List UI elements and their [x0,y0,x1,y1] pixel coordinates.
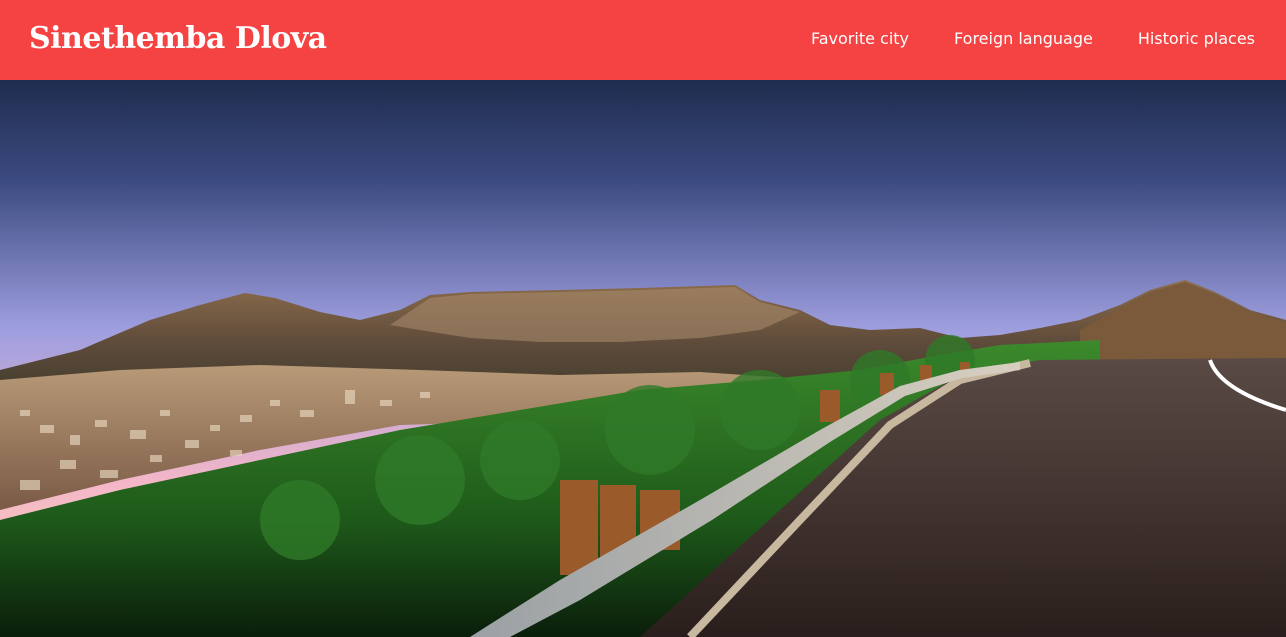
nav-link-foreign-language[interactable]: Foreign language [954,28,1093,50]
site-header: Sinethemba Dlova Favorite city Foreign l… [0,0,1286,80]
site-title[interactable]: Sinethemba Dlova [29,18,327,60]
nav-link-favorite-city[interactable]: Favorite city [811,28,909,50]
main-nav: Favorite city Foreign language Historic … [811,28,1255,50]
hero-landscape-image [0,80,1286,637]
nav-link-historic-places[interactable]: Historic places [1138,28,1255,50]
hero-landscape-svg [0,80,1286,637]
